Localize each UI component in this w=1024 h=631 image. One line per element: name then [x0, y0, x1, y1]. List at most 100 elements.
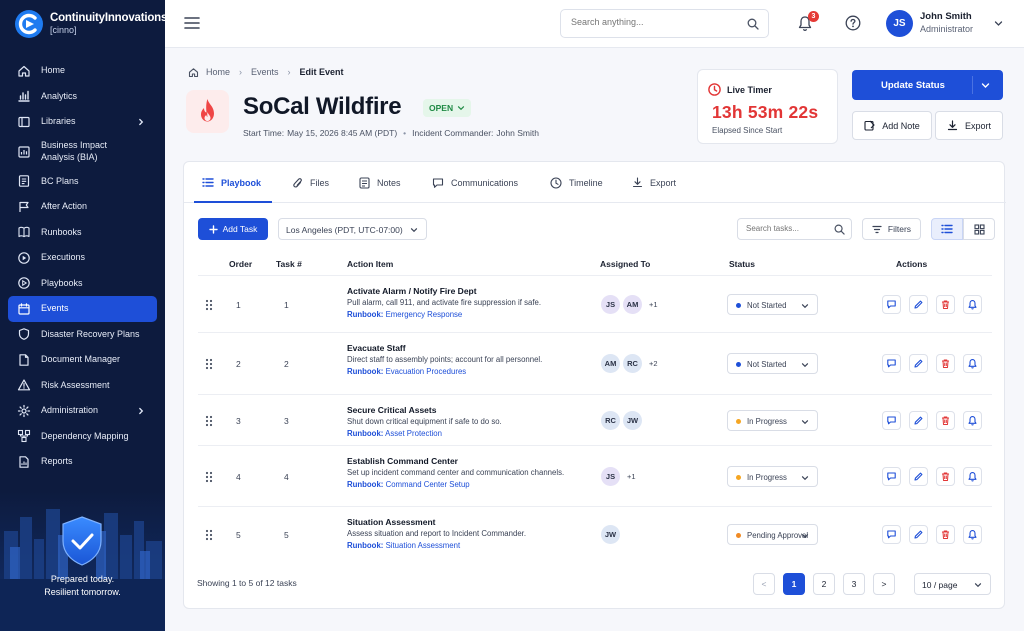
comment-button[interactable]: [882, 354, 901, 373]
action-item-title[interactable]: Establish Command Center: [347, 456, 458, 466]
table-row[interactable]: 1 1 Activate Alarm / Notify Fire Dept Pull …: [198, 275, 992, 332]
sidebar-item-risk-assessment[interactable]: Risk Assessment: [8, 373, 157, 399]
more-assignees-count[interactable]: +2: [649, 359, 658, 368]
chevron-right-icon[interactable]: [137, 407, 145, 415]
sidebar-item-disaster-recovery-plans[interactable]: Disaster Recovery Plans: [8, 322, 157, 348]
add-task-button[interactable]: Add Task: [198, 218, 268, 240]
runbook-link[interactable]: Runbook: Asset Protection: [347, 429, 442, 438]
page-size-select[interactable]: 10 / page: [914, 573, 991, 595]
assignee-avatar[interactable]: AM: [601, 354, 620, 373]
runbook-link[interactable]: Runbook: Command Center Setup: [347, 480, 470, 489]
table-row[interactable]: 4 4 Establish Command Center Set up inciden…: [198, 445, 992, 506]
column-header-assigned-to[interactable]: Assigned To: [600, 259, 650, 269]
sidebar-item-reports[interactable]: Reports: [8, 449, 157, 475]
page-1-button[interactable]: 1: [783, 573, 805, 595]
add-note-button[interactable]: Add Note: [852, 111, 932, 140]
sidebar-item-administration[interactable]: Administration: [8, 398, 157, 424]
sidebar-item-executions[interactable]: Executions: [8, 245, 157, 271]
global-search[interactable]: [560, 9, 769, 38]
chevron-right-icon[interactable]: [137, 118, 145, 126]
sidebar-item-home[interactable]: Home: [8, 58, 157, 84]
task-status-select[interactable]: Not Started: [727, 293, 818, 315]
page-3-button[interactable]: 3: [843, 573, 865, 595]
delete-trash-button[interactable]: [936, 410, 955, 430]
delete-trash-button[interactable]: [936, 525, 955, 544]
comment-button[interactable]: [882, 466, 901, 486]
action-item-title[interactable]: Activate Alarm / Notify Fire Dept: [347, 286, 477, 296]
assignee-avatar[interactable]: JS: [601, 466, 620, 486]
table-row[interactable]: 5 5 Situation Assessment Assess situation a…: [198, 506, 992, 562]
hamburger-menu-icon[interactable]: [184, 16, 200, 30]
comment-button[interactable]: [882, 410, 901, 430]
column-header-action-item[interactable]: Action Item: [347, 259, 393, 269]
task-status-select[interactable]: In Progress: [727, 465, 818, 487]
tab-playbook[interactable]: Playbook: [202, 162, 261, 203]
assignee-avatar[interactable]: JW: [601, 525, 620, 544]
sidebar-item-playbooks[interactable]: Playbooks: [8, 271, 157, 297]
delete-trash-button[interactable]: [936, 294, 955, 314]
drag-handle-icon[interactable]: [205, 415, 213, 427]
sidebar-item-after-action[interactable]: After Action: [8, 194, 157, 220]
prev-page-button[interactable]: <: [753, 573, 775, 595]
breadcrumb-home[interactable]: Home: [206, 67, 230, 77]
assignee-avatar[interactable]: RC: [623, 354, 642, 373]
assignee-avatar[interactable]: JW: [623, 410, 642, 430]
tab-communications[interactable]: Communications: [432, 162, 518, 203]
sidebar-item-events[interactable]: Events: [8, 296, 157, 322]
reminder-bell-button[interactable]: [963, 466, 982, 486]
table-row[interactable]: 2 2 Evacuate Staff Direct staff to assembly…: [198, 332, 992, 394]
sidebar-item-business-impact-analysis-bia[interactable]: Business Impact Analysis (BIA): [8, 135, 157, 169]
table-row[interactable]: 3 3 Secure Critical Assets Shut down critic…: [198, 394, 992, 445]
edit-pencil-button[interactable]: [909, 294, 928, 314]
update-status-button[interactable]: Update Status: [852, 70, 1003, 100]
sidebar-item-document-manager[interactable]: Document Manager: [8, 347, 157, 373]
drag-handle-icon[interactable]: [205, 358, 213, 370]
breadcrumb-events[interactable]: Events: [251, 67, 279, 77]
delete-trash-button[interactable]: [936, 354, 955, 373]
next-page-button[interactable]: >: [873, 573, 895, 595]
runbook-link[interactable]: Runbook: Emergency Response: [347, 310, 462, 319]
global-search-input[interactable]: [571, 17, 741, 27]
runbook-link[interactable]: Runbook: Evacuation Procedures: [347, 367, 466, 376]
sidebar-item-libraries[interactable]: Libraries: [8, 109, 157, 135]
sidebar-item-analytics[interactable]: Analytics: [8, 84, 157, 110]
grid-view-toggle[interactable]: [963, 218, 995, 240]
reminder-bell-button[interactable]: [963, 410, 982, 430]
sidebar-item-runbooks[interactable]: Runbooks: [8, 220, 157, 246]
search-icon[interactable]: [747, 18, 759, 30]
task-status-select[interactable]: Not Started: [727, 353, 818, 374]
task-status-select[interactable]: Pending Approval: [727, 524, 818, 545]
reminder-bell-button[interactable]: [963, 294, 982, 314]
help-icon[interactable]: [845, 15, 861, 31]
column-header-order[interactable]: Order: [229, 259, 252, 269]
assignee-avatar[interactable]: JS: [601, 294, 620, 314]
more-assignees-count[interactable]: +1: [649, 300, 658, 309]
column-header-status[interactable]: Status: [729, 259, 755, 269]
home-icon[interactable]: [188, 67, 199, 78]
action-item-title[interactable]: Evacuate Staff: [347, 343, 406, 353]
sidebar-item-bc-plans[interactable]: BC Plans: [8, 169, 157, 195]
user-menu-chevron-down-icon[interactable]: [994, 19, 1003, 28]
user-avatar[interactable]: JS: [886, 10, 913, 37]
action-item-title[interactable]: Secure Critical Assets: [347, 405, 436, 415]
assignee-avatar[interactable]: AM: [623, 294, 642, 314]
edit-pencil-button[interactable]: [909, 466, 928, 486]
tab-files[interactable]: Files: [293, 162, 329, 203]
action-item-title[interactable]: Situation Assessment: [347, 517, 436, 527]
drag-handle-icon[interactable]: [205, 299, 213, 311]
tab-export[interactable]: Export: [632, 162, 676, 203]
task-search[interactable]: [737, 218, 852, 240]
timezone-select[interactable]: Los Angeles (PDT, UTC-07:00): [278, 218, 427, 240]
search-icon[interactable]: [834, 224, 845, 235]
comment-button[interactable]: [882, 294, 901, 314]
brand[interactable]: ContinuityInnovations [cinno]: [14, 9, 165, 39]
tab-timeline[interactable]: Timeline: [550, 162, 603, 203]
drag-handle-icon[interactable]: [205, 529, 213, 541]
edit-pencil-button[interactable]: [909, 354, 928, 373]
drag-handle-icon[interactable]: [205, 471, 213, 483]
chevron-down-icon[interactable]: [981, 81, 990, 90]
task-search-input[interactable]: [746, 224, 831, 233]
reminder-bell-button[interactable]: [963, 525, 982, 544]
edit-pencil-button[interactable]: [909, 410, 928, 430]
page-2-button[interactable]: 2: [813, 573, 835, 595]
